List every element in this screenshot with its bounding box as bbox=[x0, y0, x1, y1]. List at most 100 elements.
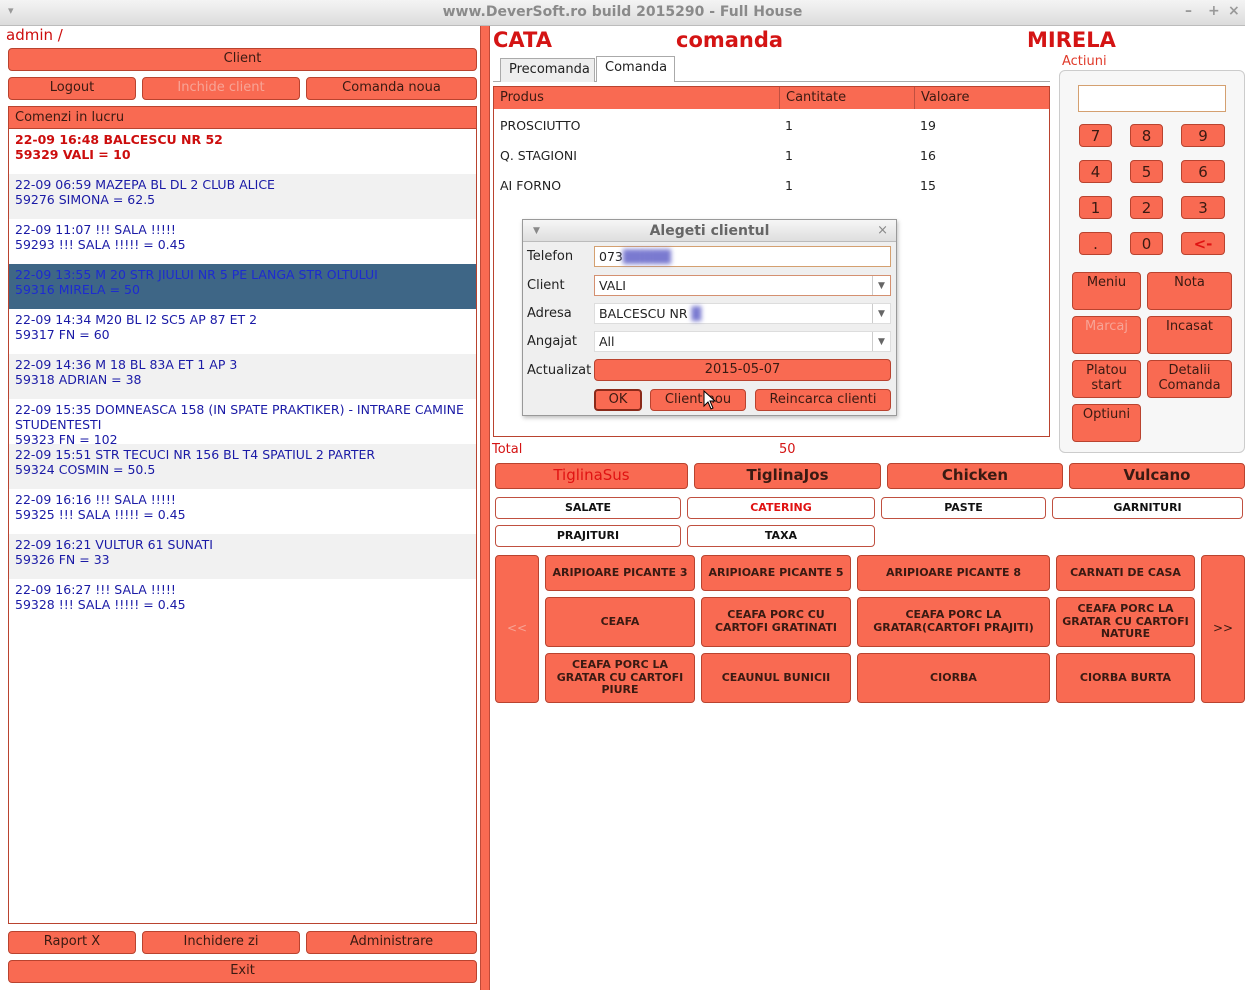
column-header-valoare[interactable]: Valoare bbox=[915, 87, 1049, 109]
list-item[interactable]: 22-09 14:34 M20 BL I2 SC5 AP 87 ET 2 593… bbox=[9, 309, 476, 354]
nota-button[interactable]: Nota bbox=[1147, 272, 1232, 310]
platou-start-button[interactable]: Platou start bbox=[1072, 360, 1141, 398]
product-ceafa-porc-gratar-cartofi-nature[interactable]: CEAFA PORC LA GRATAR CU CARTOFI NATURE bbox=[1056, 597, 1195, 647]
row-produs[interactable]: AI FORNO bbox=[500, 178, 561, 193]
list-item[interactable]: 22-09 16:48 BALCESCU NR 52 59329 VALI = … bbox=[9, 129, 476, 174]
product-ceafa-porc-gratar-cartofi-piure[interactable]: CEAFA PORC LA GRATAR CU CARTOFI PIURE bbox=[545, 653, 695, 703]
product-aripioare-picante-3[interactable]: ARIPIOARE PICANTE 3 bbox=[545, 555, 695, 591]
category-tiglinasus[interactable]: TiglinaSus bbox=[495, 463, 688, 489]
angajat-combo[interactable]: All ▼ bbox=[594, 331, 891, 352]
dialog-close-icon[interactable]: × bbox=[877, 220, 888, 242]
list-item[interactable]: 22-09 16:27 !!! SALA !!!!! 59328 !!! SAL… bbox=[9, 579, 476, 624]
row-produs[interactable]: Q. STAGIONI bbox=[500, 148, 577, 163]
list-item[interactable]: 22-09 15:51 STR TECUCI NR 156 BL T4 SPAT… bbox=[9, 444, 476, 489]
category-garnituri[interactable]: GARNITURI bbox=[1052, 497, 1243, 519]
header-mode: comanda bbox=[676, 28, 784, 52]
actualizat-date-button[interactable]: 2015-05-07 bbox=[594, 359, 891, 381]
column-header-produs[interactable]: Produs bbox=[494, 87, 780, 109]
client-nou-button[interactable]: Client nou bbox=[650, 389, 746, 411]
products-prev-button[interactable]: << bbox=[495, 555, 539, 703]
product-ciorba[interactable]: CIORBA bbox=[857, 653, 1050, 703]
list-item[interactable]: 22-09 14:36 M 18 BL 83A ET 1 AP 3 59318 … bbox=[9, 354, 476, 399]
category-prajituri[interactable]: PRAJITURI bbox=[495, 525, 681, 547]
raport-x-button[interactable]: Raport X bbox=[8, 931, 136, 954]
product-ceafa-porc-cartofi-gratinati[interactable]: CEAFA PORC CU CARTOFI GRATINATI bbox=[701, 597, 851, 647]
marcaj-button[interactable]: Marcaj bbox=[1072, 316, 1141, 354]
product-aripioare-picante-8[interactable]: ARIPIOARE PICANTE 8 bbox=[857, 555, 1050, 591]
products-next-button[interactable]: >> bbox=[1201, 555, 1245, 703]
key-8[interactable]: 8 bbox=[1130, 124, 1163, 147]
key-6[interactable]: 6 bbox=[1181, 160, 1225, 183]
row-valoare[interactable]: 15 bbox=[920, 178, 936, 193]
row-cantitate[interactable]: 1 bbox=[785, 148, 793, 163]
row-valoare[interactable]: 16 bbox=[920, 148, 936, 163]
order-line2: 59317 FN = 60 bbox=[15, 327, 110, 342]
administrare-button[interactable]: Administrare bbox=[306, 931, 477, 954]
product-ceafa-porc-gratar-cartofi-prajiti[interactable]: CEAFA PORC LA GRATAR(CARTOFI PRAJITI) bbox=[857, 597, 1050, 647]
list-item[interactable]: 22-09 06:59 MAZEPA BL DL 2 CLUB ALICE 59… bbox=[9, 174, 476, 219]
backspace-key[interactable]: <- bbox=[1181, 232, 1225, 255]
tab-precomanda[interactable]: Precomanda bbox=[500, 58, 595, 82]
telefon-input[interactable]: 073█████ bbox=[594, 246, 891, 267]
reincarca-clienti-button[interactable]: Reincarca clienti bbox=[755, 389, 891, 411]
key-5[interactable]: 5 bbox=[1130, 160, 1163, 183]
incasat-button[interactable]: Incasat bbox=[1147, 316, 1232, 354]
chevron-down-icon[interactable]: ▼ bbox=[872, 276, 890, 295]
tab-comanda[interactable]: Comanda bbox=[596, 56, 675, 82]
product-ceafa[interactable]: CEAFA bbox=[545, 597, 695, 647]
ok-button[interactable]: OK bbox=[594, 389, 642, 411]
key-2[interactable]: 2 bbox=[1130, 196, 1163, 219]
key-dot[interactable]: . bbox=[1079, 232, 1112, 255]
detalii-comanda-button[interactable]: Detalii Comanda bbox=[1147, 360, 1232, 398]
list-item-selected[interactable]: 22-09 13:55 M 20 STR JIULUI NR 5 PE LANG… bbox=[9, 264, 476, 309]
minimize-icon[interactable]: – bbox=[1185, 3, 1192, 19]
chevron-down-icon[interactable]: ▼ bbox=[872, 332, 890, 351]
product-ceaunul-bunicii[interactable]: CEAUNUL BUNICII bbox=[701, 653, 851, 703]
client-combo[interactable]: VALI ▼ bbox=[594, 275, 891, 296]
key-4[interactable]: 4 bbox=[1079, 160, 1112, 183]
category-taxa[interactable]: TAXA bbox=[687, 525, 875, 547]
row-cantitate[interactable]: 1 bbox=[785, 118, 793, 133]
list-item[interactable]: 22-09 15:35 DOMNEASCA 158 (IN SPATE PRAK… bbox=[9, 399, 476, 444]
key-9[interactable]: 9 bbox=[1181, 124, 1225, 147]
row-produs[interactable]: PROSCIUTTO bbox=[500, 118, 580, 133]
product-carnati-de-casa[interactable]: CARNATI DE CASA bbox=[1056, 555, 1195, 591]
category-catering[interactable]: CATERING bbox=[687, 497, 875, 519]
maximize-icon[interactable]: + bbox=[1208, 3, 1220, 19]
column-header-cantitate[interactable]: Cantitate bbox=[780, 87, 915, 109]
comanda-noua-button[interactable]: Comanda noua bbox=[306, 77, 477, 100]
order-line2: 59293 !!! SALA !!!!! = 0.45 bbox=[15, 237, 186, 252]
client-button[interactable]: Client bbox=[8, 48, 477, 71]
logout-button[interactable]: Logout bbox=[8, 77, 136, 100]
row-cantitate[interactable]: 1 bbox=[785, 178, 793, 193]
category-chicken[interactable]: Chicken bbox=[887, 463, 1063, 489]
product-aripioare-picante-5[interactable]: ARIPIOARE PICANTE 5 bbox=[701, 555, 851, 591]
key-3[interactable]: 3 bbox=[1181, 196, 1225, 219]
key-1[interactable]: 1 bbox=[1079, 196, 1112, 219]
adresa-combo[interactable]: BALCESCU NR █ ▼ bbox=[594, 303, 891, 324]
optiuni-button[interactable]: Optiuni bbox=[1072, 404, 1141, 442]
category-paste[interactable]: PASTE bbox=[881, 497, 1046, 519]
meniu-button[interactable]: Meniu bbox=[1072, 272, 1141, 310]
row-valoare[interactable]: 19 bbox=[920, 118, 936, 133]
dialog-menu-icon[interactable]: ▼ bbox=[533, 220, 540, 242]
list-item[interactable]: 22-09 11:07 !!! SALA !!!!! 59293 !!! SAL… bbox=[9, 219, 476, 264]
close-window-icon[interactable]: × bbox=[1228, 3, 1240, 19]
product-ciorba-burta[interactable]: CIORBA BURTA bbox=[1056, 653, 1195, 703]
inchide-client-button[interactable]: Inchide client bbox=[142, 77, 300, 100]
panel-splitter[interactable] bbox=[480, 26, 490, 990]
category-tiglinajos[interactable]: TiglinaJos bbox=[694, 463, 881, 489]
list-item[interactable]: 22-09 16:21 VULTUR 61 SUNATI 59326 FN = … bbox=[9, 534, 476, 579]
key-7[interactable]: 7 bbox=[1079, 124, 1112, 147]
inchidere-zi-button[interactable]: Inchidere zi bbox=[142, 931, 300, 954]
adresa-label: Adresa bbox=[527, 306, 572, 321]
chevron-down-icon[interactable]: ▼ bbox=[872, 304, 890, 323]
key-0[interactable]: 0 bbox=[1130, 232, 1163, 255]
category-vulcano[interactable]: Vulcano bbox=[1069, 463, 1245, 489]
exit-button[interactable]: Exit bbox=[8, 960, 477, 983]
category-salate[interactable]: SALATE bbox=[495, 497, 681, 519]
numpad-display[interactable] bbox=[1078, 85, 1226, 112]
list-item[interactable]: 22-09 16:16 !!! SALA !!!!! 59325 !!! SAL… bbox=[9, 489, 476, 534]
user-label: admin / bbox=[6, 26, 63, 44]
order-line1: 22-09 13:55 M 20 STR JIULUI NR 5 PE LANG… bbox=[15, 267, 378, 282]
